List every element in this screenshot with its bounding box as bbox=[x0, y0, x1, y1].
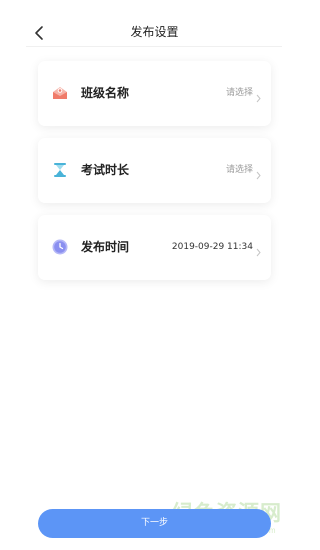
setting-value: 请选择 bbox=[225, 165, 253, 175]
setting-label: 发布时间 bbox=[81, 240, 130, 254]
chevron-right-icon bbox=[256, 165, 261, 180]
chevron-right-icon bbox=[256, 242, 261, 257]
page-title: 发布设置 bbox=[130, 25, 179, 39]
header-divider bbox=[26, 46, 282, 47]
navigation-bar: 发布设置 bbox=[0, 0, 309, 46]
chevron-right-icon bbox=[256, 88, 261, 103]
setting-value: 2019-09-29 11:34 bbox=[171, 242, 253, 252]
class-envelope-icon bbox=[51, 84, 69, 102]
next-step-button[interactable]: 下一步 bbox=[38, 509, 271, 538]
setting-row-class-name[interactable]: 班级名称 请选择 bbox=[38, 61, 271, 126]
setting-row-publish-time[interactable]: 发布时间 2019-09-29 11:34 bbox=[38, 215, 271, 280]
setting-label: 班级名称 bbox=[81, 86, 130, 100]
setting-label: 考试时长 bbox=[81, 163, 130, 177]
hourglass-icon bbox=[51, 161, 69, 179]
setting-value: 请选择 bbox=[225, 88, 253, 98]
clock-icon bbox=[51, 238, 69, 256]
setting-row-exam-duration[interactable]: 考试时长 请选择 bbox=[38, 138, 271, 203]
